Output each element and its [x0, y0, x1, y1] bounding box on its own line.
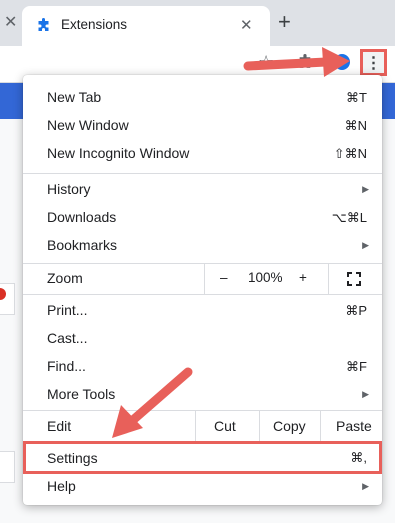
- menu-item-label: New Tab: [47, 89, 102, 105]
- edit-divider: [259, 411, 260, 441]
- menu-item-label: Help: [47, 478, 76, 494]
- menu-item-label: Print...: [47, 302, 88, 318]
- submenu-arrow-icon: ▶: [362, 184, 369, 194]
- page-element: [0, 451, 15, 483]
- menu-item-new-incognito[interactable]: New Incognito Window ⇧⌘N: [23, 140, 382, 168]
- menu-item-label: Downloads: [47, 209, 117, 225]
- shortcut-label: ⌥⌘L: [331, 210, 367, 225]
- zoom-level: 100%: [248, 270, 283, 285]
- paste-button[interactable]: Paste: [336, 418, 372, 434]
- menu-item-label: Zoom: [47, 270, 83, 286]
- shortcut-label: ⌘P: [345, 303, 367, 318]
- tab-title: Extensions: [61, 17, 128, 32]
- menu-item-history[interactable]: History ▶: [23, 176, 382, 204]
- edit-divider: [195, 411, 196, 441]
- menu-item-label: New Incognito Window: [47, 145, 190, 161]
- shortcut-label: ⌘,: [350, 450, 367, 465]
- submenu-arrow-icon: ▶: [362, 481, 369, 491]
- menu-item-cast[interactable]: Cast...: [23, 325, 382, 353]
- menu-item-downloads[interactable]: Downloads ⌥⌘L: [23, 204, 382, 232]
- menu-item-label: Find...: [47, 358, 86, 374]
- shortcut-label: ⌘T: [346, 90, 367, 105]
- menu-item-label: Edit: [47, 418, 72, 434]
- zoom-out-button[interactable]: –: [220, 270, 228, 285]
- submenu-arrow-icon: ▶: [362, 389, 369, 399]
- new-tab-button[interactable]: +: [278, 11, 291, 33]
- more-vert-icon: ⋮: [365, 54, 382, 72]
- zoom-divider: [328, 264, 329, 294]
- zoom-divider: [204, 264, 205, 294]
- menu-item-more-tools[interactable]: More Tools ▶: [23, 381, 382, 409]
- avatar[interactable]: [334, 54, 350, 70]
- menu-item-label: Cast...: [47, 330, 88, 346]
- menu-item-new-tab[interactable]: New Tab ⌘T: [23, 84, 382, 112]
- menu-button[interactable]: ⋮: [360, 49, 387, 76]
- menu-item-find[interactable]: Find... ⌘F: [23, 353, 382, 381]
- menu-item-help[interactable]: Help ▶: [23, 473, 382, 501]
- shortcut-label: ⌘F: [346, 359, 367, 374]
- fullscreen-icon[interactable]: [347, 272, 361, 286]
- zoom-in-button[interactable]: +: [299, 270, 307, 285]
- cut-button[interactable]: Cut: [214, 418, 236, 434]
- shortcut-label: ⌘N: [344, 118, 367, 133]
- menu-item-settings[interactable]: Settings ⌘,: [23, 441, 382, 474]
- puzzle-icon: [38, 18, 49, 31]
- menu-item-print[interactable]: Print... ⌘P: [23, 297, 382, 325]
- puzzle-icon[interactable]: [297, 54, 314, 71]
- star-icon[interactable]: ☆: [258, 52, 274, 73]
- tab-extensions[interactable]: Extensions ✕: [22, 6, 270, 46]
- menu-item-label: New Window: [47, 117, 129, 133]
- menu-item-label: More Tools: [47, 386, 116, 402]
- menu-divider: [23, 173, 382, 174]
- tab-strip: ✕ Extensions ✕ +: [0, 0, 395, 46]
- submenu-arrow-icon: ▶: [362, 240, 369, 250]
- menu-divider: [23, 294, 382, 295]
- shortcut-label: ⇧⌘N: [333, 146, 367, 161]
- close-icon[interactable]: ✕: [240, 16, 253, 34]
- edit-divider: [320, 411, 321, 441]
- menu-item-new-window[interactable]: New Window ⌘N: [23, 112, 382, 140]
- menu-item-bookmarks[interactable]: Bookmarks ▶: [23, 232, 382, 260]
- menu-item-label: Bookmarks: [47, 237, 118, 253]
- menu-item-edit: Edit Cut Copy Paste: [23, 411, 382, 441]
- copy-button[interactable]: Copy: [273, 418, 306, 434]
- menu-item-label: Settings: [47, 450, 98, 466]
- close-icon[interactable]: ✕: [4, 14, 17, 32]
- menu-item-zoom: Zoom – 100% +: [23, 264, 382, 294]
- menu-item-label: History: [47, 181, 91, 197]
